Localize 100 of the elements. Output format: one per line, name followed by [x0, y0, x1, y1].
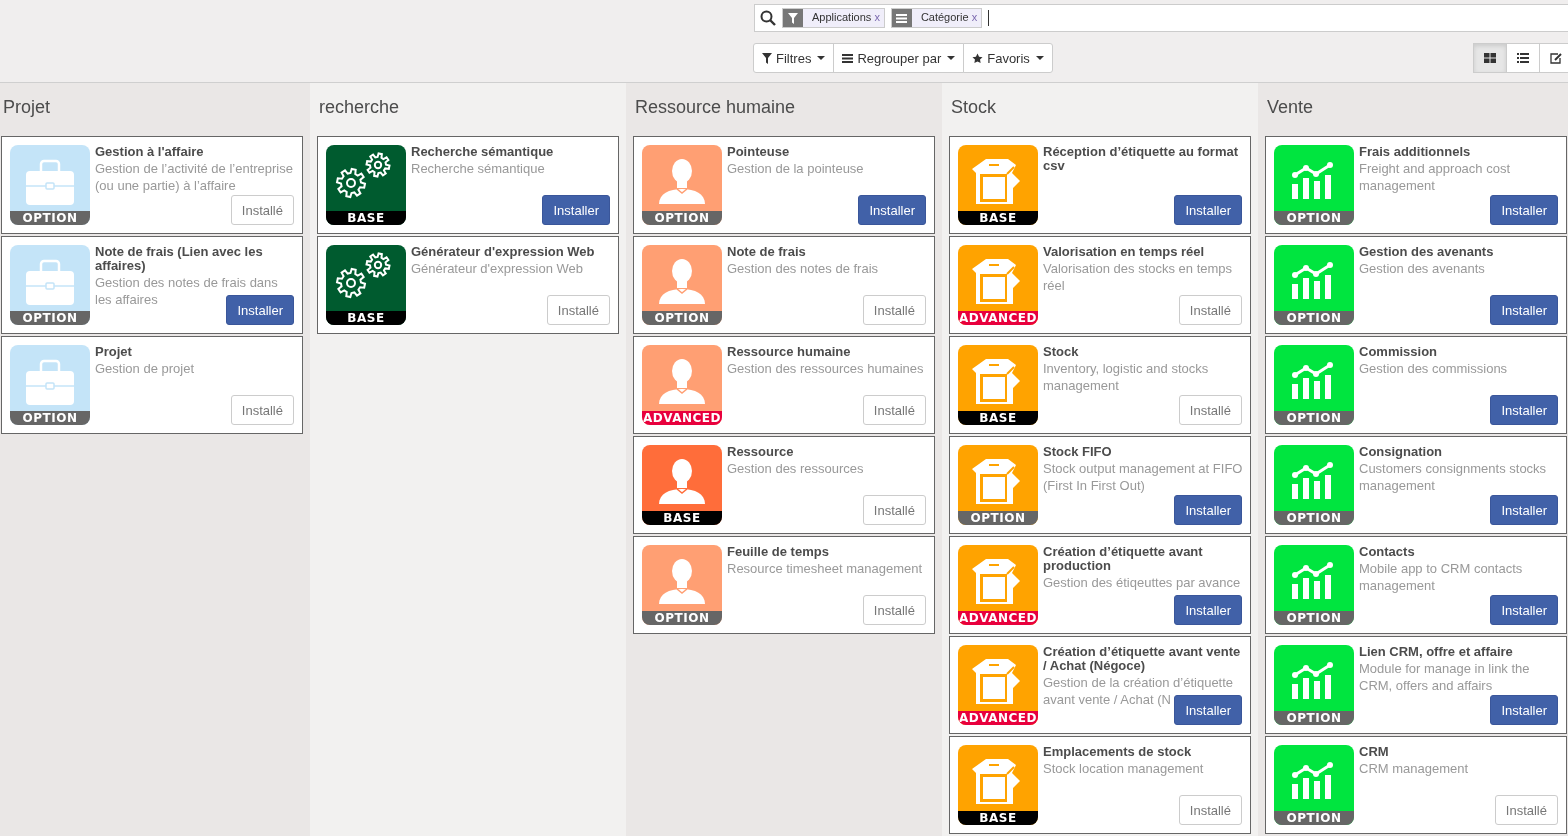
edition-badge: BASE — [642, 511, 722, 525]
app-title: Stock FIFO — [1043, 445, 1113, 459]
installed-button[interactable]: Installé — [862, 395, 926, 425]
installed-button[interactable]: Installé — [546, 295, 610, 325]
installed-button[interactable]: Installé — [1178, 795, 1242, 825]
form-view-button[interactable] — [1539, 43, 1568, 73]
installed-button[interactable]: Installé — [1178, 395, 1242, 425]
install-button[interactable]: Installer — [1174, 695, 1242, 725]
edition-badge: OPTION — [1274, 611, 1354, 625]
edition-badge: OPTION — [1274, 211, 1354, 225]
list-icon — [1517, 53, 1529, 63]
app-title: CRM — [1359, 745, 1390, 759]
app-description: Stock location management — [1043, 761, 1204, 776]
install-button[interactable]: Installer — [226, 295, 294, 325]
grid-icon — [1484, 53, 1496, 63]
installed-button[interactable]: Installé — [862, 495, 926, 525]
app-description: Freight and approach cost management — [1359, 161, 1511, 193]
app-title: Contacts — [1359, 545, 1416, 559]
app-description: Gestion des avenants — [1359, 261, 1485, 276]
installed-button[interactable]: Installé — [230, 395, 294, 425]
kanban-view-button[interactable] — [1473, 43, 1507, 73]
installed-button[interactable]: Installé — [1494, 795, 1558, 825]
app-description: Resource timesheet management — [727, 561, 923, 576]
app-description: Mobile app to CRM contacts management — [1359, 561, 1523, 593]
app-title: Projet — [95, 345, 133, 359]
column-title: Vente — [1266, 96, 1315, 119]
app-title: Consignation — [1359, 445, 1444, 459]
app-title: Feuille de temps — [727, 545, 830, 559]
install-button[interactable]: Installer — [1174, 495, 1242, 525]
app-description: Gestion des notes de frais — [727, 261, 879, 276]
app-description: Customers consignments stocks management — [1359, 461, 1547, 493]
install-button[interactable]: Installer — [1490, 495, 1558, 525]
edition-badge: OPTION — [958, 511, 1038, 525]
edition-badge: OPTION — [10, 211, 90, 225]
column-title: Stock — [950, 96, 998, 119]
edition-badge: OPTION — [1274, 411, 1354, 425]
edition-badge: BASE — [326, 311, 406, 325]
edit-icon — [1550, 52, 1562, 64]
install-button[interactable]: Installer — [1174, 595, 1242, 625]
search-field[interactable]: Applications x Catégorie x — [754, 4, 1568, 32]
search-facet[interactable]: Applications x — [782, 8, 885, 28]
list-view-button[interactable] — [1506, 43, 1540, 73]
app-description: Gestion des commissions — [1359, 361, 1508, 376]
install-button[interactable]: Installer — [858, 195, 926, 225]
edition-badge: OPTION — [1274, 711, 1354, 725]
app-description: Inventory, logistic and stocks management — [1043, 361, 1209, 393]
app-description: Recherche sémantique — [411, 161, 545, 176]
remove-facet[interactable]: x — [874, 11, 880, 23]
install-button[interactable]: Installer — [1490, 695, 1558, 725]
edition-badge: OPTION — [1274, 311, 1354, 325]
install-button[interactable]: Installer — [1490, 195, 1558, 225]
app-title: Frais additionnels — [1359, 145, 1472, 159]
app-title: Ressource — [727, 445, 795, 459]
app-title: Création d’étiquette avant production — [1043, 545, 1204, 573]
app-title: Création d’étiquette avant vente / Achat (Négoce) — [1043, 645, 1242, 673]
app-description: Gestion des ressources humaines — [727, 361, 924, 376]
app-title: Générateur d'expression Web — [411, 245, 596, 259]
install-button[interactable]: Installer — [1490, 295, 1558, 325]
filter-icon — [788, 12, 798, 24]
app-description: Gestion des étiqeuttes par avance — [1043, 575, 1241, 590]
edition-badge: ADVANCED — [958, 311, 1038, 325]
edition-badge: OPTION — [642, 611, 722, 625]
caret-icon — [1035, 56, 1044, 60]
installed-button[interactable]: Installé — [862, 595, 926, 625]
edition-badge: OPTION — [1274, 811, 1354, 825]
installed-button[interactable]: Installé — [230, 195, 294, 225]
install-button[interactable]: Installer — [1174, 195, 1242, 225]
group-by-button[interactable]: Regrouper par — [833, 43, 965, 73]
installed-button[interactable]: Installé — [1178, 295, 1242, 325]
search-facet[interactable]: Catégorie x — [890, 8, 983, 28]
installed-button[interactable]: Installé — [862, 295, 926, 325]
edition-badge: OPTION — [642, 211, 722, 225]
app-title: Pointeuse — [727, 145, 791, 159]
app-description: Module for manage in link the CRM, offers and affairs — [1359, 661, 1530, 693]
app-title: Réception d’étiquette au format csv — [1043, 145, 1240, 173]
edition-badge: OPTION — [10, 311, 90, 325]
app-description: Valorisation des stocks en temps réel — [1043, 261, 1233, 293]
favorites-button[interactable]: Favoris — [963, 43, 1053, 73]
filters-button[interactable]: Filtres — [753, 43, 835, 73]
filter-icon — [762, 52, 772, 64]
app-title: Gestion des avenants — [1359, 245, 1495, 259]
app-title: Commission — [1359, 345, 1438, 359]
app-description: Gestion de l’activité de l’entreprise (ou une partie) à l’affaire — [95, 161, 293, 193]
install-button[interactable]: Installer — [1490, 595, 1558, 625]
app-title: Ressource humaine — [727, 345, 852, 359]
caret-icon — [817, 56, 826, 60]
app-title: Stock — [1043, 345, 1080, 359]
app-title: Gestion à l'affaire — [95, 145, 205, 159]
app-description: Stock output management at FIFO (First In First Out) — [1043, 461, 1243, 493]
column-title: recherche — [318, 96, 401, 119]
app-description: Générateur d'expression Web — [411, 261, 584, 276]
app-description: Gestion de la pointeuse — [727, 161, 864, 176]
remove-facet[interactable]: x — [971, 11, 978, 23]
edition-badge: BASE — [958, 811, 1038, 825]
install-button[interactable]: Installer — [542, 195, 610, 225]
column-title: Projet — [2, 96, 52, 119]
edition-badge: OPTION — [10, 411, 90, 425]
caret-icon — [947, 56, 956, 60]
install-button[interactable]: Installer — [1490, 395, 1558, 425]
app-description: CRM management — [1359, 761, 1469, 776]
